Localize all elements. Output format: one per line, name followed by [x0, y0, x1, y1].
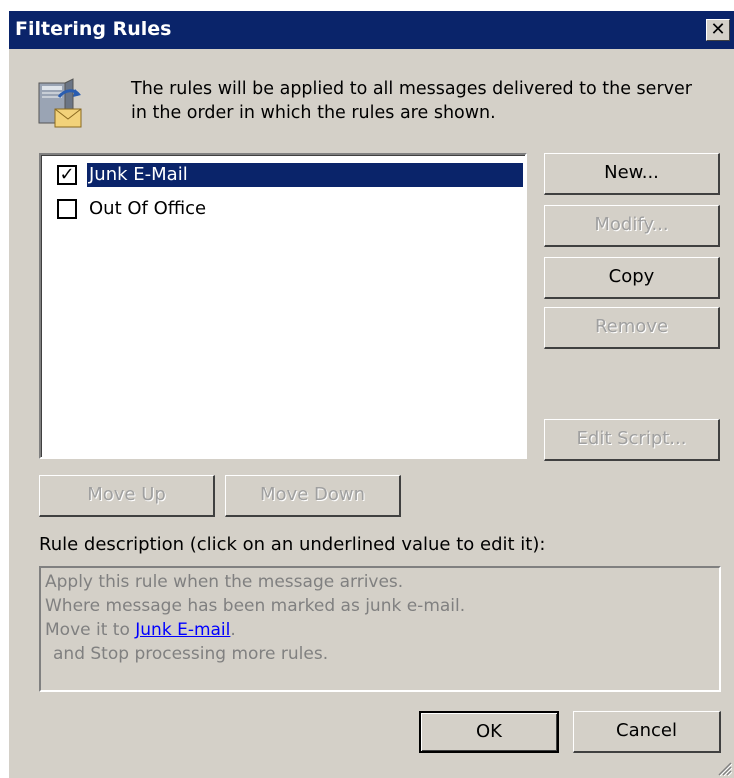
filtering-rules-dialog: Filtering Rules ✕ The rules will be appl…: [8, 10, 734, 778]
rule-label: Junk E-Mail: [86, 162, 524, 188]
resize-grip-icon[interactable]: [716, 760, 732, 776]
rule-checkbox[interactable]: ✓: [57, 165, 77, 185]
mail-server-icon: [38, 78, 82, 128]
rule-item-junk-email[interactable]: ✓ Junk E-Mail: [43, 159, 524, 191]
rule-checkbox[interactable]: [57, 199, 77, 219]
description-line-3-suffix: .: [230, 620, 236, 640]
new-button[interactable]: New...: [544, 153, 720, 195]
rule-item-out-of-office[interactable]: Out Of Office: [43, 193, 523, 225]
description-line-4: and Stop processing more rules.: [53, 644, 329, 664]
close-button[interactable]: ✕: [706, 19, 730, 41]
copy-button[interactable]: Copy: [544, 257, 720, 299]
close-icon: ✕: [710, 19, 726, 40]
dialog-title: Filtering Rules: [15, 18, 172, 40]
modify-button[interactable]: Modify...: [544, 205, 720, 247]
junk-email-folder-link[interactable]: Junk E-mail: [135, 620, 230, 640]
edit-script-button[interactable]: Edit Script...: [544, 419, 720, 461]
description-line-3: Move it to Junk E-mail.: [45, 618, 715, 642]
title-bar[interactable]: Filtering Rules ✕: [9, 11, 734, 49]
rule-label: Out Of Office: [89, 198, 207, 219]
remove-button[interactable]: Remove: [544, 307, 720, 349]
description-line-3-prefix: Move it to: [45, 620, 136, 640]
rule-description-label: Rule description (click on an underlined…: [39, 534, 546, 555]
description-line-1: Apply this rule when the message arrives…: [45, 572, 404, 592]
cancel-button[interactable]: Cancel: [573, 711, 721, 753]
description-line-2: Where message has been marked as junk e-…: [45, 596, 466, 616]
move-down-button[interactable]: Move Down: [225, 475, 401, 517]
info-text-line-2: in the order in which the rules are show…: [131, 103, 496, 123]
info-text: The rules will be applied to all message…: [131, 77, 731, 125]
move-up-button[interactable]: Move Up: [39, 475, 215, 517]
rules-listbox[interactable]: ✓ Junk E-Mail Out Of Office: [39, 153, 527, 459]
check-icon: ✓: [59, 164, 75, 185]
info-text-line-1: The rules will be applied to all message…: [131, 79, 692, 99]
ok-button[interactable]: OK: [419, 711, 559, 753]
rule-description-box: Apply this rule when the message arrives…: [39, 566, 721, 692]
